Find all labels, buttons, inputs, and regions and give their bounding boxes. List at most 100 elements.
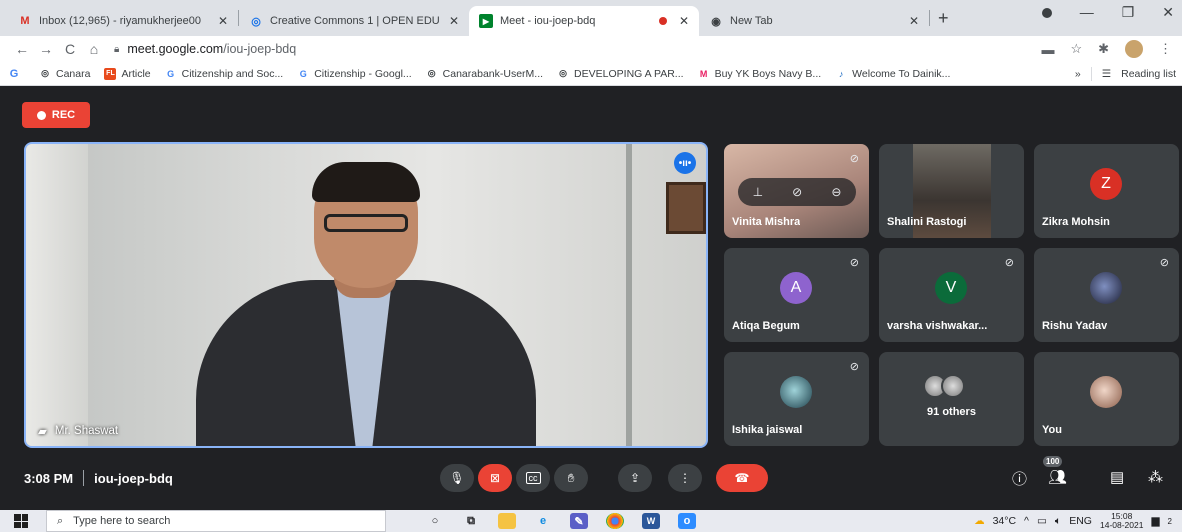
myntra-icon: M (699, 68, 708, 79)
close-icon[interactable]: ✕ (218, 14, 228, 28)
reading-list-icon: ☰ (1101, 67, 1112, 80)
tray-overflow-icon[interactable]: ^ (1024, 515, 1029, 527)
bookmark-citizenship-google[interactable]: G Citizenship - Googl... (297, 67, 412, 80)
network-icon[interactable]: ▭ (1037, 515, 1047, 527)
meet-icon: ▶ (479, 14, 493, 28)
participant-tile-self[interactable]: You (1034, 352, 1179, 446)
main-speaker-video[interactable]: •ıı• ▰ Mr. Shaswat (24, 142, 708, 448)
bookmarks-overflow-icon[interactable]: » (1075, 68, 1081, 80)
bookmark-developing[interactable]: ◎ DEVELOPING A PAR... (557, 68, 683, 80)
pin-icon[interactable]: ⊥ (753, 185, 763, 199)
system-tray: ☁︎ 34°C ^ ▭ 🔈︎ ENG 15:08 14-08-2021 ▆ 2 (974, 512, 1182, 530)
chrome-icon[interactable] (606, 513, 624, 529)
participant-name: Rishu Yadav (1042, 320, 1108, 332)
record-dot-icon (36, 110, 46, 120)
url-path: /iou-joep-bdq (223, 42, 297, 56)
participant-tile[interactable]: Shalini Rastogi (879, 144, 1024, 238)
others-avatars (923, 374, 965, 398)
close-icon[interactable]: ✕ (679, 14, 689, 28)
bookmark-citizenship-soc[interactable]: G Citizenship and Soc... (165, 68, 283, 80)
google-icon: G (299, 68, 307, 79)
participant-photo (1090, 376, 1122, 408)
record-status-icon[interactable] (1041, 8, 1052, 18)
activities-icon[interactable]: ⁂ (1148, 468, 1163, 486)
language-indicator[interactable]: ENG (1069, 515, 1092, 527)
task-view-icon[interactable]: ⧉ (462, 513, 480, 529)
participant-tile-others[interactable]: 91 others (879, 352, 1024, 446)
taskbar-search-input[interactable]: ⌕ Type here to search (46, 510, 386, 532)
weather-temperature[interactable]: 34°C (993, 515, 1016, 527)
back-icon[interactable]: ← (10, 41, 34, 57)
url-field[interactable]: 🔒︎ meet.google.com/iou-joep-bdq (114, 42, 296, 56)
bookmark-canara[interactable]: ◎ Canara (39, 68, 90, 80)
bookmarks-bar: G ◎ Canara FL Article G Citizenship and Soc… (0, 62, 1182, 86)
edge-icon[interactable]: e (534, 513, 552, 529)
captions-button[interactable]: cc (516, 464, 550, 492)
present-button[interactable]: ⇪ (618, 464, 652, 492)
home-icon[interactable]: ⌂ (82, 41, 106, 57)
zoom-app-icon[interactable]: o (678, 513, 696, 529)
notification-icon[interactable]: ▆ (1151, 515, 1159, 527)
info-icon[interactable]: ⓘ (1012, 468, 1027, 489)
reload-icon[interactable]: C (58, 41, 82, 57)
lock-icon: 🔒︎ (114, 43, 120, 55)
participant-tile[interactable]: ⊘ Rishu Yadav (1034, 248, 1179, 342)
star-icon[interactable]: ☆ (1070, 41, 1082, 57)
restore-icon[interactable]: ❐ (1122, 4, 1135, 21)
participant-tile[interactable]: ⊘ Ishika jaiswal (724, 352, 869, 446)
tab-gmail[interactable]: M Inbox (12,965) - riyamukherjee00 ✕ (8, 6, 238, 36)
tab-creative-commons[interactable]: ◎ Creative Commons 1 | OPEN EDU ✕ (239, 6, 469, 36)
cortana-icon[interactable]: ○ (426, 513, 444, 529)
mic-off-icon: ⊘ (1004, 257, 1014, 269)
microphone-button[interactable]: 🎙︎ (440, 464, 474, 492)
taskbar-clock[interactable]: 15:08 14-08-2021 (1100, 512, 1143, 530)
camera-off-button[interactable]: ⊠ (478, 464, 512, 492)
bookmark-canarabank[interactable]: ◎ Canarabank-UserM... (426, 68, 543, 80)
bookmark-article[interactable]: FL Article (104, 67, 151, 80)
word-icon[interactable]: W (642, 513, 660, 529)
participant-tile[interactable]: ⊥ ⊘ ⊖ ⊘ Vinita Mishra (724, 144, 869, 238)
participant-tile[interactable]: Z Zikra Mohsin (1034, 144, 1179, 238)
apps-icon[interactable]: G (8, 68, 25, 80)
video-background-frame (666, 182, 706, 234)
whiteboard-icon[interactable]: ✎ (570, 513, 588, 529)
mic-off-icon[interactable]: ⊘ (792, 185, 802, 199)
reading-list-link[interactable]: Reading list (1121, 68, 1176, 80)
bookmark-label: Canarabank-UserM... (442, 67, 544, 80)
participant-tile[interactable]: ⊘ V varsha vishwakar... (879, 248, 1024, 342)
speaker-figure (196, 162, 536, 446)
leave-call-button[interactable]: ☎︎ (716, 464, 768, 492)
bookmarks-right: » ☰ Reading list (1075, 66, 1182, 81)
minimize-icon[interactable]: — (1080, 4, 1094, 21)
menu-kebab-icon[interactable]: ⋮ (1159, 41, 1172, 57)
volume-icon[interactable]: 🔈︎ (1055, 515, 1061, 528)
tab-meet[interactable]: ▶ Meet - iou-joep-bdq ✕ (469, 6, 699, 36)
tab-new-tab[interactable]: ◉ New Tab ✕ (699, 6, 929, 36)
close-icon[interactable]: ✕ (909, 14, 919, 28)
dainik-icon: ♪ (838, 68, 844, 79)
participant-tile[interactable]: ⊘ A Atiqa Begum (724, 248, 869, 342)
globe-icon: ◎ (559, 68, 567, 78)
close-icon[interactable]: ✕ (449, 14, 459, 28)
people-icon[interactable]: 👥︎ (1048, 468, 1067, 486)
remove-icon[interactable]: ⊖ (831, 185, 841, 199)
bookmark-label: Buy YK Boys Navy B... (714, 67, 822, 80)
participant-name: Zikra Mohsin (1042, 216, 1110, 228)
bookmark-label: Citizenship - Googl... (314, 67, 412, 80)
windows-start-icon[interactable] (14, 514, 28, 528)
bookmark-dainik[interactable]: ♪ Welcome To Dainik... (835, 68, 950, 80)
forward-icon[interactable]: → (34, 41, 58, 57)
window-close-icon[interactable]: ✕ (1162, 4, 1174, 21)
new-tab-plus-icon[interactable]: + (938, 8, 949, 29)
file-explorer-icon[interactable] (498, 513, 516, 529)
camera-icon[interactable]: ▬ (1041, 42, 1054, 57)
camera-off-icon: ⊠ (489, 471, 501, 485)
more-vert-icon: ⋮ (679, 471, 691, 485)
profile-avatar[interactable] (1125, 40, 1143, 58)
extensions-icon[interactable]: ✱ (1098, 41, 1109, 57)
participant-name: Atiqa Begum (732, 320, 800, 332)
bookmark-myntra[interactable]: M Buy YK Boys Navy B... (698, 67, 822, 80)
chat-icon[interactable]: ▤ (1110, 468, 1124, 486)
raise-hand-button[interactable]: ✋︎ (554, 464, 588, 492)
more-options-button[interactable]: ⋮ (668, 464, 702, 492)
